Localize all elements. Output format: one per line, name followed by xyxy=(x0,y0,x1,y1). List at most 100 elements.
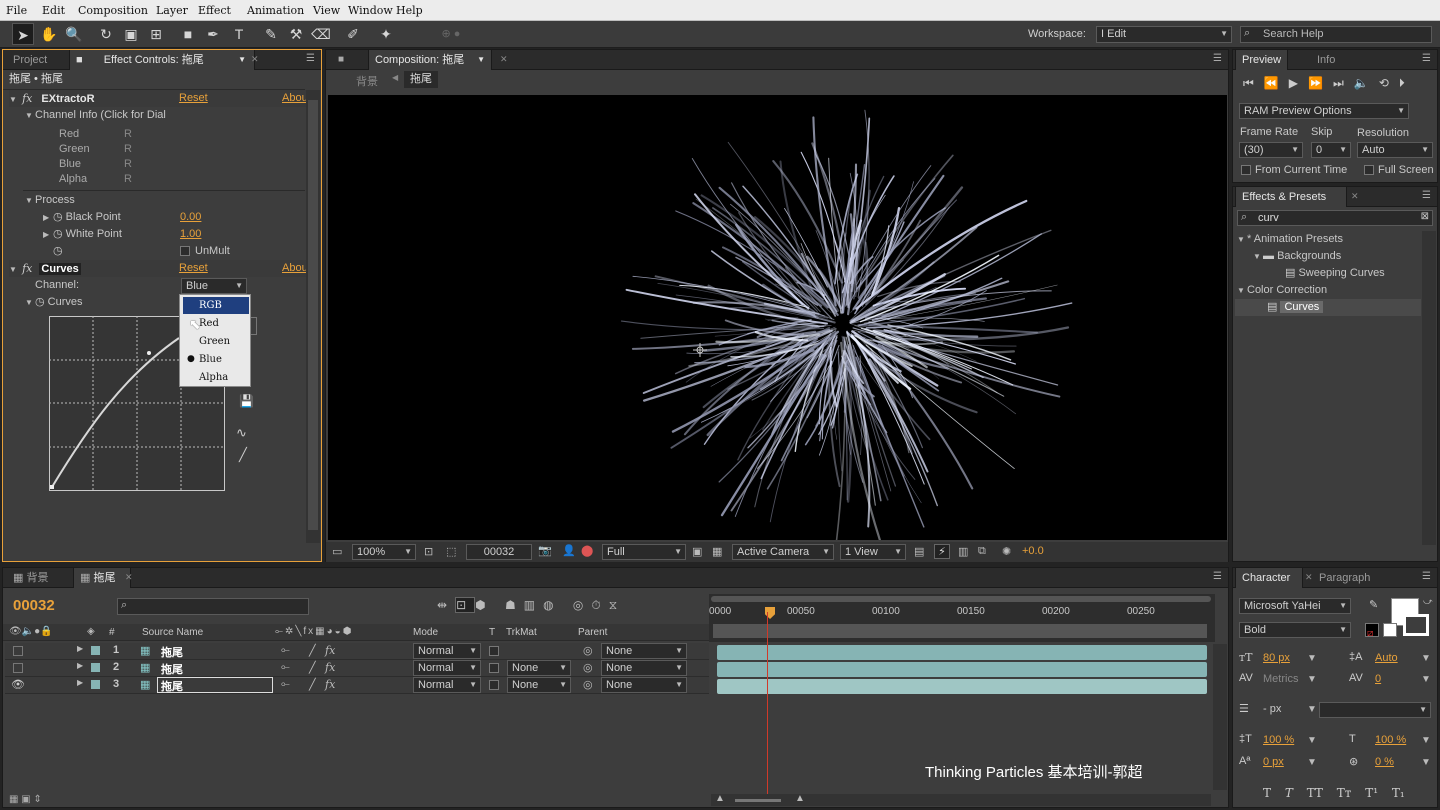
freehand-curve-icon[interactable]: ∿ xyxy=(236,425,247,441)
extractor-reset-link[interactable]: Reset xyxy=(179,90,208,107)
expand-triangle-icon[interactable]: ▼ xyxy=(25,294,35,311)
font-size-value[interactable]: 80 px xyxy=(1263,652,1290,664)
exposure-reset-icon[interactable]: ✺ xyxy=(1002,545,1011,558)
work-area-bar[interactable] xyxy=(713,624,1207,638)
close-icon[interactable]: ✕ xyxy=(1305,572,1313,583)
tab-composition[interactable]: Composition: 拖尾 ▼ xyxy=(368,50,492,70)
layer-mode-select[interactable]: Normal ▼ xyxy=(413,643,481,659)
leading-value[interactable]: Auto xyxy=(1375,652,1398,664)
zoom-in-icon[interactable]: ▲ xyxy=(795,793,805,804)
menu-animation[interactable]: Animation xyxy=(247,4,304,17)
quality-icon[interactable]: ╱ xyxy=(309,644,316,657)
expand-triangle-icon[interactable]: ▼ xyxy=(1237,231,1247,248)
font-style-select[interactable]: Bold ▼ xyxy=(1239,622,1351,638)
prev-frame-icon[interactable]: ⏪ xyxy=(1264,76,1289,90)
view-layout-select[interactable]: 1 View ▼ xyxy=(840,544,906,560)
tree-sweeping-curves[interactable]: ▤ Sweeping Curves xyxy=(1285,265,1421,282)
column-source-name[interactable]: Source Name xyxy=(142,627,203,638)
fx-icon[interactable]: fx xyxy=(22,92,32,105)
preview-resolution-select[interactable]: Auto ▼ xyxy=(1357,142,1433,158)
expand-triangle-icon[interactable]: ▼ xyxy=(9,91,19,108)
tab-project[interactable]: Project xyxy=(7,50,53,70)
chevron-down-icon[interactable]: ▼ xyxy=(1421,653,1431,664)
transparency-grid-icon[interactable]: ▦ xyxy=(712,545,722,558)
collapse-triangle-icon[interactable]: ▶ xyxy=(77,678,83,687)
always-preview-icon[interactable]: ▭ xyxy=(332,545,342,558)
lock-icon[interactable]: ■ xyxy=(76,54,83,66)
last-frame-icon[interactable]: ⏭ xyxy=(1333,76,1354,90)
menu-help[interactable]: Help xyxy=(396,4,423,17)
chevron-down-icon[interactable]: ▼ xyxy=(1421,674,1431,685)
curves-graph-row[interactable]: ▼ ◷ Curves xyxy=(25,294,83,311)
panel-menu-icon[interactable]: ☰ xyxy=(1422,53,1431,64)
tab-character[interactable]: Character xyxy=(1235,568,1303,588)
panel-menu-icon[interactable]: ☰ xyxy=(1422,571,1431,582)
menu-file[interactable]: File xyxy=(6,4,27,17)
effect-extractor-header[interactable]: ▼ fx EXtractoR Reset Abou xyxy=(9,90,309,107)
curves-channel-select[interactable]: Blue ▼ xyxy=(181,278,247,294)
layer-duration-bar[interactable] xyxy=(717,662,1207,677)
preserve-transparency-checkbox[interactable] xyxy=(489,663,499,673)
stopwatch-icon[interactable]: ◷ xyxy=(35,296,45,308)
tree-color-correction[interactable]: ▼ Color Correction xyxy=(1237,282,1421,299)
auto-keyframe-icon[interactable]: ⧖ xyxy=(609,598,625,612)
fx-icon[interactable]: fx xyxy=(22,262,32,275)
audio-icon[interactable]: 🔈 xyxy=(1354,76,1379,90)
camera-tool-icon[interactable]: ▣ xyxy=(120,23,142,45)
quality-icon[interactable]: ╱ xyxy=(309,661,316,674)
expand-triangle-icon[interactable]: ▼ xyxy=(1253,248,1263,265)
tree-backgrounds[interactable]: ▼ ▬ Backgrounds xyxy=(1253,248,1421,265)
save-curve-icon[interactable]: 💾 xyxy=(239,394,254,408)
scrollbar-thumb[interactable] xyxy=(308,100,318,530)
tab-effect-controls[interactable]: ■ Effect Controls: 拖尾 ▼ xyxy=(69,50,255,70)
preserve-transparency-checkbox[interactable] xyxy=(489,680,499,690)
chevron-down-icon[interactable]: ▼ xyxy=(1307,674,1317,685)
zoom-tool-icon[interactable]: 🔍 xyxy=(63,23,85,45)
preserve-transparency-checkbox[interactable] xyxy=(489,646,499,656)
subscript-icon[interactable]: T₁ xyxy=(1392,786,1405,800)
timeline-icon[interactable]: ▥ xyxy=(958,545,968,558)
loop-icon[interactable]: ⟲ xyxy=(1379,76,1399,90)
stopwatch-icon[interactable]: ◷ xyxy=(53,211,63,223)
all-caps-icon[interactable]: TT xyxy=(1307,786,1323,800)
tab-paragraph[interactable]: Paragraph xyxy=(1313,568,1376,588)
pick-whip-icon[interactable]: ◎ xyxy=(583,644,593,657)
live-update-icon[interactable]: ⊡ xyxy=(455,597,476,613)
layer-name[interactable]: 拖尾 xyxy=(161,661,183,677)
stroke-width-value[interactable]: - px xyxy=(1263,703,1281,715)
pick-whip-icon[interactable]: ◎ xyxy=(583,661,593,674)
panel-menu-icon[interactable]: ☰ xyxy=(306,53,315,64)
effects-search-input[interactable]: ⌕ curv ⊠ xyxy=(1237,210,1433,226)
toggle-pixel-aspect-icon[interactable]: ▤ xyxy=(914,545,924,558)
expand-triangle-icon[interactable]: ▼ xyxy=(25,192,35,209)
label-color-swatch[interactable] xyxy=(91,646,100,655)
channel-option-green[interactable]: Green xyxy=(183,333,249,350)
white-point-value[interactable]: 1.00 xyxy=(180,226,201,243)
tsume-value[interactable]: 0 % xyxy=(1375,756,1394,768)
vertical-scale-value[interactable]: 100 % xyxy=(1263,734,1294,746)
menu-window[interactable]: Window xyxy=(348,4,393,17)
exposure-value[interactable]: +0.0 xyxy=(1022,545,1044,557)
close-icon[interactable]: ✕ xyxy=(1351,191,1359,202)
fx-icon[interactable]: fx xyxy=(325,644,335,657)
roto-brush-tool-icon[interactable]: ✐ xyxy=(342,23,364,45)
eyedropper-icon[interactable]: ✎ xyxy=(1369,598,1378,611)
safe-zones-icon[interactable]: ⊡ xyxy=(424,545,433,558)
channel-icon[interactable]: ⬤ xyxy=(581,544,593,557)
layer-mode-select[interactable]: Normal ▼ xyxy=(413,660,481,676)
puppet-tool-icon[interactable]: ✦ xyxy=(375,23,397,45)
tree-animation-presets[interactable]: ▼ * Animation Presets xyxy=(1237,231,1421,248)
pen-tool-icon[interactable]: ✒ xyxy=(202,23,224,45)
next-frame-icon[interactable]: ⏩ xyxy=(1308,76,1333,90)
stroke-color-swatch[interactable] xyxy=(1403,614,1429,636)
layer-trkmat-select[interactable]: None ▼ xyxy=(507,677,571,693)
menu-edit[interactable]: Edit xyxy=(42,4,65,17)
fx-icon[interactable]: fx xyxy=(325,661,335,674)
chevron-down-icon[interactable]: ▼ xyxy=(477,50,485,70)
chevron-down-icon[interactable]: ▼ xyxy=(1307,735,1317,746)
composition-viewer[interactable] xyxy=(328,95,1227,550)
tab-preview[interactable]: Preview xyxy=(1235,50,1289,70)
time-navigator[interactable] xyxy=(711,596,1211,602)
hand-tool-icon[interactable]: ✋ xyxy=(38,23,60,45)
layer-parent-select[interactable]: None ▼ xyxy=(601,660,687,676)
